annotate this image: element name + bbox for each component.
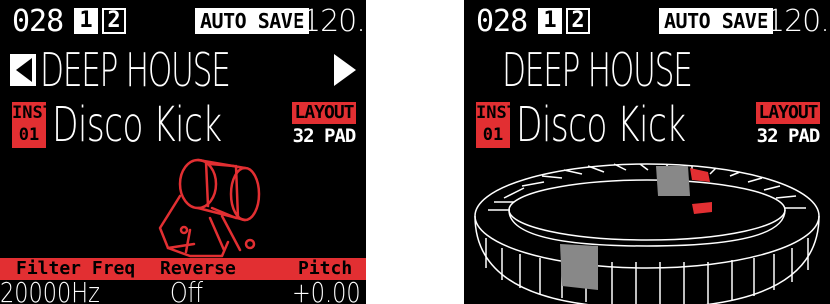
param-value-reverse[interactable]: Off	[170, 279, 203, 304]
bank-indicator: 1 2	[74, 8, 126, 34]
instrument-name: Disco Kick	[52, 97, 222, 153]
inst-badge-label: INST	[12, 103, 53, 123]
note-icon: ♩	[282, 4, 301, 39]
bank-1: 1	[538, 8, 562, 34]
layout-label: LAYOUT	[756, 102, 820, 124]
inst-badge-number: 01	[18, 125, 40, 145]
bank-2: 2	[102, 8, 126, 34]
kit-selector: DEEP HOUSE	[0, 46, 366, 94]
instrument-row: INST 01 Disco Kick LAYOUT 32 PAD	[0, 98, 366, 154]
kit-screen-instrument-params: 028 1 2 AUTO SAVE ♩ 120.0 DEEP HOUSE INS…	[0, 0, 366, 304]
status-bar: 028 1 2 AUTO SAVE ♩ 120.0	[0, 0, 366, 44]
note-icon: ♩	[746, 4, 765, 39]
kit-selector: DEEP HOUSE	[464, 46, 830, 94]
kick-drum-icon	[158, 158, 261, 258]
layout-label: LAYOUT	[292, 102, 356, 124]
bank-indicator: 1 2	[538, 8, 590, 34]
layout-badge: LAYOUT 32 PAD	[292, 102, 356, 148]
inst-badge: INST 01	[476, 102, 517, 148]
instrument-row: INST 01 Disco Kick LAYOUT 32 PAD	[464, 98, 830, 154]
kit-name: DEEP HOUSE	[502, 43, 693, 97]
layout-badge: LAYOUT 32 PAD	[756, 102, 820, 148]
layout-value: 32 PAD	[292, 125, 357, 147]
kit-screen-pad-layout: 028 1 2 AUTO SAVE ♩ 120.0 DEEP HOUSE INS…	[464, 0, 830, 304]
param-value-pitch[interactable]: +0.00	[292, 279, 361, 304]
param-value-filter-freq[interactable]: 20000Hz	[0, 279, 100, 304]
status-bar: 028 1 2 AUTO SAVE ♩ 120.0	[464, 0, 830, 44]
tempo-value: 120.0	[766, 4, 830, 39]
bank-1: 1	[74, 8, 98, 34]
kit-name: DEEP HOUSE	[40, 43, 231, 97]
inst-badge: INST 01	[12, 102, 53, 148]
next-kit-arrow-icon[interactable]	[334, 54, 356, 86]
instrument-name: Disco Kick	[516, 97, 686, 153]
kit-number: 028	[476, 4, 528, 39]
tempo-value: 120.0	[302, 4, 366, 39]
kit-number: 028	[12, 4, 64, 39]
bank-2: 2	[566, 8, 590, 34]
inst-badge-number: 01	[482, 125, 504, 145]
prev-kit-arrow-icon[interactable]	[10, 54, 36, 86]
inst-badge-label: INST	[476, 103, 517, 123]
layout-value: 32 PAD	[756, 125, 821, 147]
pad-ring-icon	[474, 163, 820, 304]
